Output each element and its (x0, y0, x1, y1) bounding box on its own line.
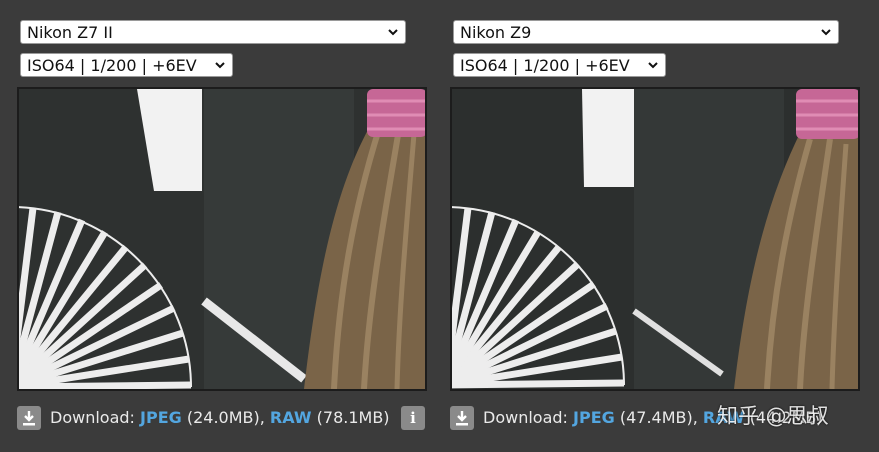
download-icon[interactable] (17, 406, 41, 430)
raw-size: (78.1MB) (311, 408, 390, 427)
camera-select-value: Nikon Z7 II (27, 23, 113, 42)
chevron-down-icon (388, 29, 398, 36)
settings-select-value: ISO64 | 1/200 | +6EV (27, 56, 197, 75)
jpeg-size: (24.0MB), (181, 408, 270, 427)
chevron-down-icon (648, 62, 658, 69)
settings-select-right[interactable]: ISO64 | 1/200 | +6EV (453, 53, 666, 77)
jpeg-link[interactable]: JPEG (140, 408, 182, 427)
test-scene-image (452, 89, 858, 389)
sample-image-right[interactable] (450, 87, 860, 391)
chevron-down-icon (215, 62, 225, 69)
settings-select-value: ISO64 | 1/200 | +6EV (460, 56, 630, 75)
sample-image-left[interactable] (17, 87, 427, 391)
raw-link[interactable]: RAW (270, 408, 312, 427)
chevron-down-icon (821, 29, 831, 36)
watermark: 知乎 @思叔 (717, 404, 829, 428)
jpeg-size: (47.4MB), (614, 408, 703, 427)
camera-select-value: Nikon Z9 (460, 23, 532, 42)
download-label: Download: (50, 408, 141, 427)
info-icon[interactable]: i (401, 406, 425, 430)
jpeg-link[interactable]: JPEG (573, 408, 615, 427)
download-label: Download: (483, 408, 574, 427)
right-comparison-panel: Nikon Z9 ISO64 | 1/200 | +6EV Download: … (450, 0, 862, 452)
left-comparison-panel: Nikon Z7 II ISO64 | 1/200 | +6EV Downloa… (17, 0, 429, 452)
settings-select-left[interactable]: ISO64 | 1/200 | +6EV (20, 53, 233, 77)
camera-select-left[interactable]: Nikon Z7 II (20, 20, 406, 44)
download-icon[interactable] (450, 406, 474, 430)
download-row-left: Download: JPEG (24.0MB), RAW (78.1MB) i (17, 405, 429, 431)
test-scene-image (19, 89, 425, 389)
download-text: Download: JPEG (24.0MB), RAW (78.1MB) (50, 405, 390, 431)
camera-select-right[interactable]: Nikon Z9 (453, 20, 839, 44)
